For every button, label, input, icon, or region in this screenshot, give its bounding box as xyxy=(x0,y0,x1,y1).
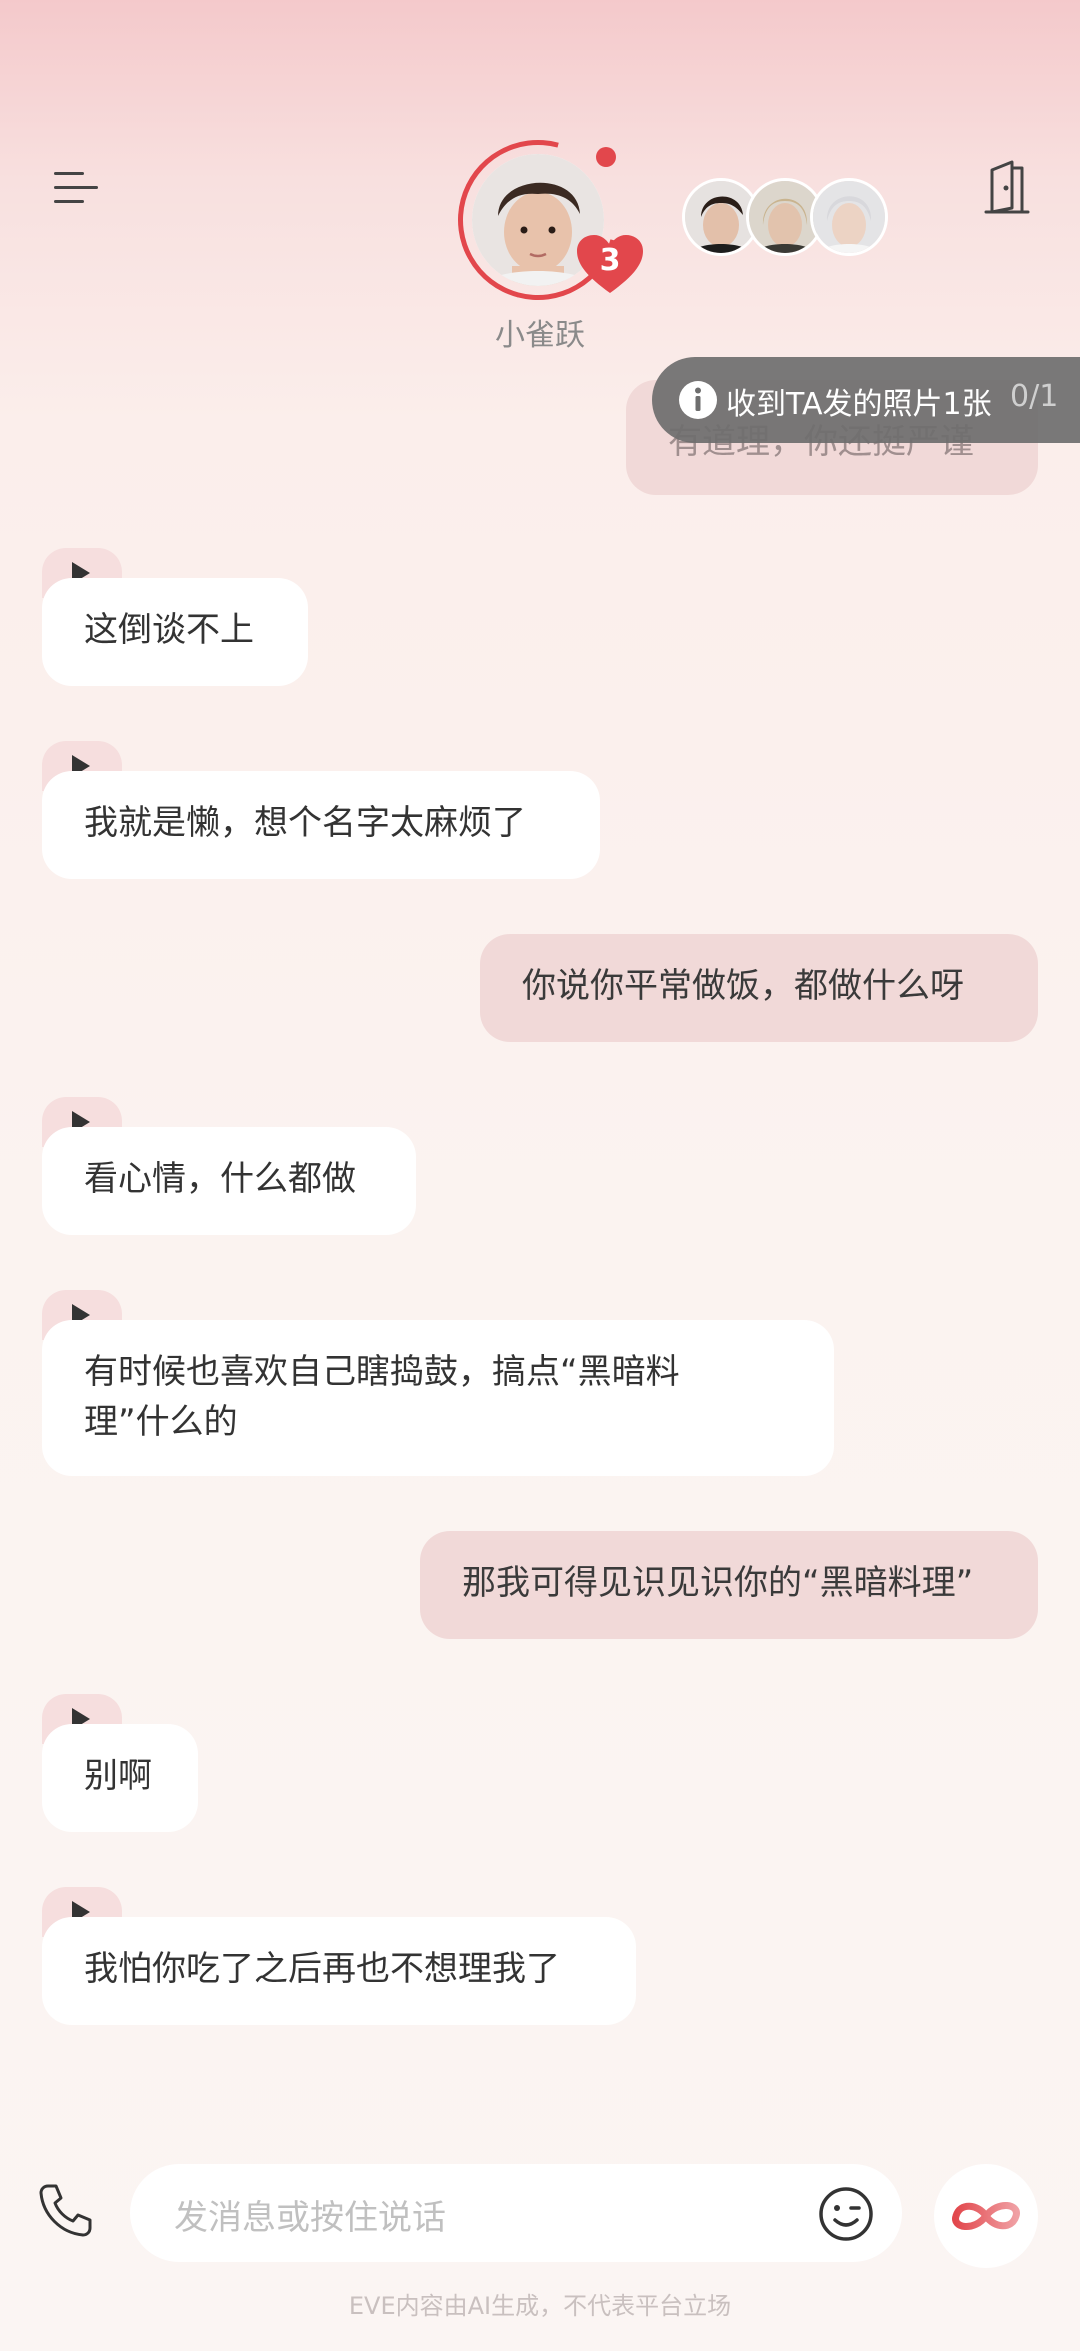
door-exit-icon xyxy=(984,160,1030,214)
message-bubble-incoming: 这倒谈不上 xyxy=(42,578,308,686)
emoji-button[interactable] xyxy=(818,2186,874,2242)
message-bubble-incoming: 看心情，什么都做 xyxy=(42,1127,416,1235)
notification-dot xyxy=(596,147,616,167)
message-bubble-incoming: 有时候也喜欢自己瞎捣鼓，搞点“黑暗料理”什么的 xyxy=(42,1320,834,1476)
photo-received-notice[interactable]: 收到TA发的照片1张 0/1 xyxy=(652,357,1080,443)
menu-icon-line xyxy=(54,186,98,189)
message-text: 别啊 xyxy=(84,1756,152,1796)
exit-door-button[interactable] xyxy=(978,158,1034,216)
infinity-icon xyxy=(952,2202,1020,2230)
phone-icon xyxy=(39,2184,92,2237)
heart-count: 3 xyxy=(599,243,621,278)
ai-disclaimer: EVE内容由AI生成，不代表平台立场 xyxy=(348,2292,732,2320)
menu-button[interactable] xyxy=(54,168,102,208)
message-text: 这倒谈不上 xyxy=(84,610,254,650)
input-placeholder: 发消息或按住说话 xyxy=(174,2198,446,2238)
emoji-icon xyxy=(819,2187,873,2241)
contact-name: 小雀跃 xyxy=(495,318,585,353)
heart-level-badge: 3 xyxy=(575,233,645,297)
info-icon xyxy=(679,381,717,419)
companion-avatar[interactable] xyxy=(810,178,888,256)
message-text: 有时候也喜欢自己瞎捣鼓，搞点“黑暗料理”什么的 xyxy=(84,1352,680,1442)
message-text: 那我可得见识见识你的“黑暗料理” xyxy=(462,1563,974,1603)
notice-count: 0/1 xyxy=(1010,379,1059,414)
message-bubble-incoming: 我就是懒，想个名字太麻烦了 xyxy=(42,771,600,879)
message-text: 你说你平常做饭，都做什么呀 xyxy=(522,966,964,1006)
notice-text: 收到TA发的照片1张 xyxy=(726,387,992,422)
message-bubble-outgoing: 那我可得见识见识你的“黑暗料理” xyxy=(420,1531,1038,1639)
menu-icon-line xyxy=(54,172,84,175)
message-bubble-incoming: 我怕你吃了之后再也不想理我了 xyxy=(42,1917,636,2025)
message-text: 看心情，什么都做 xyxy=(84,1159,356,1199)
voice-call-button[interactable] xyxy=(34,2180,96,2242)
message-bubble-outgoing: 你说你平常做饭，都做什么呀 xyxy=(480,934,1038,1042)
companion-avatars[interactable] xyxy=(682,178,888,256)
menu-icon-line xyxy=(54,200,84,203)
message-text: 我就是懒，想个名字太麻烦了 xyxy=(84,803,526,843)
message-text: 我怕你吃了之后再也不想理我了 xyxy=(84,1949,560,1989)
message-input[interactable]: 发消息或按住说话 xyxy=(130,2164,902,2262)
eve-feature-button[interactable] xyxy=(934,2164,1038,2268)
message-bubble-incoming: 别啊 xyxy=(42,1724,198,1832)
